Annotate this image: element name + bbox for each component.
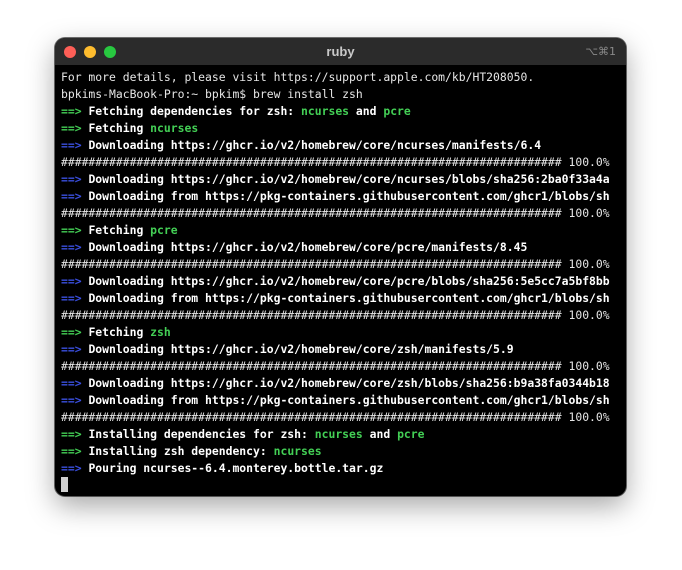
cursor-line bbox=[61, 477, 626, 494]
progress-bar-line: ########################################… bbox=[61, 359, 610, 373]
package-name: pcre bbox=[383, 104, 411, 118]
heading-text: Installing dependencies for zsh: bbox=[88, 427, 315, 441]
heading-arrow-icon: ==> bbox=[61, 104, 82, 118]
terminal-line: ==> Downloading https://ghcr.io/v2/homeb… bbox=[61, 341, 626, 358]
package-name: ncurses bbox=[301, 104, 350, 118]
terminal-line: ==> Installing dependencies for zsh: ncu… bbox=[61, 426, 626, 443]
info-text: Downloading https://ghcr.io/v2/homebrew/… bbox=[88, 274, 610, 288]
package-name: zsh bbox=[150, 325, 171, 339]
text-cursor bbox=[61, 477, 68, 492]
heading-text: Installing zsh dependency: bbox=[88, 444, 274, 458]
package-name: pcre bbox=[397, 427, 425, 441]
heading-arrow-icon: ==> bbox=[61, 325, 82, 339]
info-text: Downloading https://ghcr.io/v2/homebrew/… bbox=[88, 138, 542, 152]
info-arrow-icon: ==> bbox=[61, 189, 82, 203]
info-text: Downloading from https://pkg-containers.… bbox=[88, 291, 610, 305]
terminal-line: ########################################… bbox=[61, 307, 626, 324]
heading-text: Fetching bbox=[88, 325, 151, 339]
shell-prompt-line: bpkims-MacBook-Pro:~ bpkim$ brew install… bbox=[61, 87, 363, 101]
heading-text: and bbox=[349, 104, 384, 118]
terminal-line: ==> Fetching dependencies for zsh: ncurs… bbox=[61, 103, 626, 120]
info-arrow-icon: ==> bbox=[61, 342, 82, 356]
info-arrow-icon: ==> bbox=[61, 172, 82, 186]
heading-text: Fetching bbox=[88, 121, 151, 135]
info-arrow-icon: ==> bbox=[61, 376, 82, 390]
heading-arrow-icon: ==> bbox=[61, 121, 82, 135]
heading-text: Fetching bbox=[88, 223, 151, 237]
info-text: Downloading https://ghcr.io/v2/homebrew/… bbox=[88, 342, 514, 356]
terminal-line: ########################################… bbox=[61, 205, 626, 222]
terminal-window: ruby ⌥⌘1 For more details, please visit … bbox=[55, 38, 626, 496]
info-arrow-icon: ==> bbox=[61, 461, 82, 475]
terminal-line: ==> Fetching zsh bbox=[61, 324, 626, 341]
info-arrow-icon: ==> bbox=[61, 291, 82, 305]
heading-arrow-icon: ==> bbox=[61, 223, 82, 237]
terminal-line: ==> Downloading https://ghcr.io/v2/homeb… bbox=[61, 239, 626, 256]
info-arrow-icon: ==> bbox=[61, 274, 82, 288]
info-text: Pouring ncurses--6.4.monterey.bottle.tar… bbox=[88, 461, 384, 475]
progress-bar-line: ########################################… bbox=[61, 155, 610, 169]
info-text: Downloading from https://pkg-containers.… bbox=[88, 189, 610, 203]
terminal-line: ==> Downloading https://ghcr.io/v2/homeb… bbox=[61, 137, 626, 154]
info-arrow-icon: ==> bbox=[61, 240, 82, 254]
title-bar[interactable]: ruby ⌥⌘1 bbox=[55, 38, 626, 66]
heading-arrow-icon: ==> bbox=[61, 427, 82, 441]
terminal-line: ==> Downloading from https://pkg-contain… bbox=[61, 290, 626, 307]
terminal-line: bpkims-MacBook-Pro:~ bpkim$ brew install… bbox=[61, 86, 626, 103]
terminal-line: ==> Fetching pcre bbox=[61, 222, 626, 239]
info-text: Downloading https://ghcr.io/v2/homebrew/… bbox=[88, 240, 528, 254]
info-text: Downloading from https://pkg-containers.… bbox=[88, 393, 610, 407]
info-arrow-icon: ==> bbox=[61, 393, 82, 407]
terminal-line: ==> Downloading from https://pkg-contain… bbox=[61, 188, 626, 205]
terminal-line: ==> Pouring ncurses--6.4.monterey.bottle… bbox=[61, 460, 626, 477]
terminal-line: For more details, please visit https://s… bbox=[61, 69, 626, 86]
package-name: ncurses bbox=[273, 444, 322, 458]
progress-bar-line: ########################################… bbox=[61, 308, 610, 322]
window-title: ruby bbox=[326, 44, 355, 59]
terminal-line: ==> Installing zsh dependency: ncurses bbox=[61, 443, 626, 460]
terminal-line: ==> Downloading https://ghcr.io/v2/homeb… bbox=[61, 375, 626, 392]
output-text: For more details, please visit https://s… bbox=[61, 70, 535, 84]
package-name: ncurses bbox=[314, 427, 363, 441]
info-text: Downloading https://ghcr.io/v2/homebrew/… bbox=[88, 376, 610, 390]
terminal-line: ==> Downloading https://ghcr.io/v2/homeb… bbox=[61, 171, 626, 188]
terminal-line: ########################################… bbox=[61, 358, 626, 375]
info-text: Downloading https://ghcr.io/v2/homebrew/… bbox=[88, 172, 610, 186]
info-arrow-icon: ==> bbox=[61, 138, 82, 152]
progress-bar-line: ########################################… bbox=[61, 410, 610, 424]
terminal-line: ########################################… bbox=[61, 409, 626, 426]
window-shortcut-label: ⌥⌘1 bbox=[585, 45, 616, 58]
package-name: pcre bbox=[150, 223, 178, 237]
terminal-output[interactable]: For more details, please visit https://s… bbox=[61, 69, 626, 496]
heading-text: and bbox=[362, 427, 398, 441]
terminal-line: ==> Downloading https://ghcr.io/v2/homeb… bbox=[61, 273, 626, 290]
terminal-line: ==> Fetching ncurses bbox=[61, 120, 626, 137]
terminal-line: ########################################… bbox=[61, 154, 626, 171]
progress-bar-line: ########################################… bbox=[61, 206, 610, 220]
heading-text: Fetching dependencies for zsh: bbox=[88, 104, 302, 118]
heading-arrow-icon: ==> bbox=[61, 444, 82, 458]
progress-bar-line: ########################################… bbox=[61, 257, 610, 271]
terminal-line: ########################################… bbox=[61, 256, 626, 273]
terminal-line: ==> Downloading from https://pkg-contain… bbox=[61, 392, 626, 409]
package-name: ncurses bbox=[150, 121, 199, 135]
